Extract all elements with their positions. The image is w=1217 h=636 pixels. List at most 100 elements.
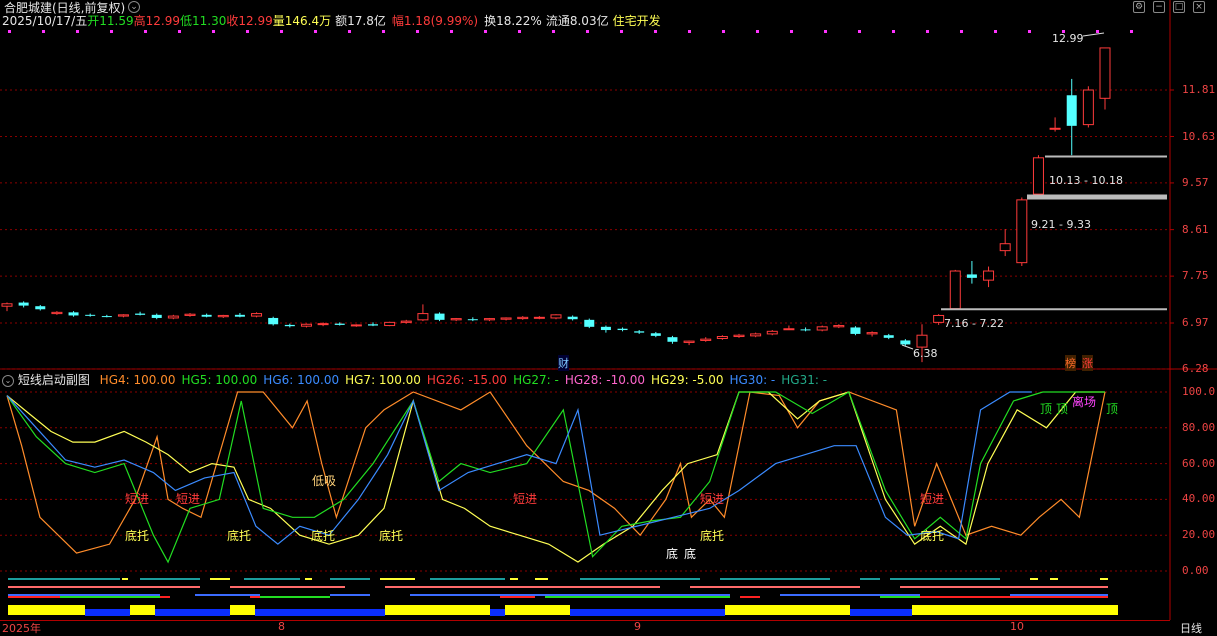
high-arrow: [1082, 32, 1105, 37]
high-price-marker: 12.99: [1052, 32, 1084, 45]
candle-body: [533, 316, 545, 319]
band-yellow-dots: [305, 578, 312, 580]
candle-body: [1, 303, 13, 307]
band-yellow-blocks: [912, 605, 1118, 615]
top-dot-marker: [960, 30, 963, 33]
band-yellow-dots: [210, 578, 230, 580]
price-tick-label: 10.63: [1182, 129, 1216, 143]
band-yellow-dots: [510, 578, 518, 580]
indicator-tick-label: 80.00: [1182, 420, 1216, 434]
chevron-down-icon[interactable]: ⌄: [2, 374, 14, 387]
top-dot-marker: [790, 30, 793, 33]
top-dot-marker: [280, 30, 283, 33]
band-yellow-dots: [1100, 578, 1108, 580]
signal-sell: 离场: [1072, 395, 1097, 409]
candle-body: [1099, 47, 1111, 99]
candle-body: [650, 333, 661, 336]
candle-body: [584, 319, 595, 327]
top-dot-marker: [722, 30, 725, 33]
candle-body: [18, 302, 29, 306]
band-blue-blocks: [570, 609, 725, 616]
candle-body: [999, 243, 1011, 252]
band-yellow-dots: [1050, 578, 1058, 580]
band-blue-line: [1010, 594, 1108, 596]
limit-up-badge[interactable]: 涨: [1082, 355, 1093, 371]
band-pink: [385, 586, 660, 588]
band-yellow-dots: [380, 578, 415, 580]
band-red: [500, 596, 535, 598]
candle-body: [201, 314, 212, 317]
band-pink: [8, 586, 200, 588]
band-teal: [860, 578, 880, 580]
candle-body: [85, 314, 96, 316]
candle-body: [234, 314, 245, 317]
zone-label-1: 10.13 - 10.18: [1049, 174, 1123, 187]
candle-body: [600, 326, 611, 331]
band-yellow-blocks: [130, 605, 155, 615]
candle-body: [135, 313, 146, 315]
signal-top: 顶: [1106, 402, 1119, 416]
bang-badge[interactable]: 榜: [1065, 355, 1076, 371]
top-dot-marker: [892, 30, 895, 33]
indicator-tick-label: 60.00: [1182, 456, 1216, 470]
candle-body: [1082, 89, 1094, 126]
candle-body: [617, 328, 628, 331]
indicator-tick-label: 0.00: [1182, 564, 1209, 577]
candle-body: [816, 326, 828, 331]
candle-body: [750, 333, 762, 337]
band-pink: [690, 586, 860, 588]
band-blue-line: [780, 594, 920, 596]
indicator-value-0: HG4: 100.00: [99, 373, 176, 387]
band-blue-line: [195, 594, 260, 596]
top-dot-marker: [654, 30, 657, 33]
indicator-value-4: HG26: -15.00: [426, 373, 508, 387]
indicator-value-1: HG5: 100.00: [181, 373, 258, 387]
candle-body: [916, 334, 928, 348]
indicator-name[interactable]: 短线启动副图: [18, 373, 90, 387]
indicator-value-5: HG27: -: [513, 373, 559, 387]
band-teal: [430, 578, 505, 580]
band-teal: [140, 578, 200, 580]
zone-label-3: 7.16 - 7.22: [944, 317, 1004, 330]
candle-body: [550, 314, 562, 319]
candle-body: [400, 320, 412, 323]
indicator-header: ⌄ 短线启动副图 HG4: 100.00 HG5: 100.00 HG6: 100.…: [2, 371, 827, 388]
candle-body: [1032, 157, 1044, 195]
candle-body: [350, 324, 362, 327]
candle-body: [251, 313, 263, 317]
kline-chart[interactable]: [0, 0, 1217, 634]
candle-body: [1016, 199, 1028, 264]
candle-body: [683, 340, 695, 343]
candle-body: [151, 314, 162, 318]
top-dot-marker: [824, 30, 827, 33]
indicator-value-3: HG7: 100.00: [345, 373, 421, 387]
top-dot-marker: [212, 30, 215, 33]
band-yellow-blocks: [385, 605, 490, 615]
top-dot-marker: [1028, 30, 1031, 33]
top-dot-marker: [1130, 30, 1133, 33]
signal-short-entry: 短进: [920, 492, 945, 506]
indicator-line-hg6: [6, 391, 1032, 545]
signal-bottom-support: 底托: [379, 529, 404, 543]
top-dot-marker: [484, 30, 487, 33]
candle-body: [1066, 95, 1077, 126]
indicator-tick-label: 40.00: [1182, 492, 1216, 506]
finance-badge[interactable]: 财: [558, 355, 569, 371]
candle-body: [700, 338, 712, 341]
signal-bottom-support: 底托: [700, 529, 725, 543]
candle-body: [284, 324, 295, 327]
band-pink: [900, 586, 1108, 588]
zone-label-2: 9.21 - 9.33: [1031, 218, 1091, 231]
candle-body: [300, 323, 312, 327]
candle-body: [966, 274, 977, 278]
band-yellow-blocks: [505, 605, 570, 615]
band-green: [260, 596, 330, 598]
candle-body: [500, 317, 512, 320]
top-dot-marker: [416, 30, 419, 33]
candles-layer: [1, 47, 1111, 363]
candle-body: [184, 313, 196, 316]
candle-body: [317, 323, 329, 326]
indicator-value-6: HG28: -10.00: [564, 373, 645, 387]
band-yellow-blocks: [8, 605, 85, 615]
candle-body: [334, 323, 345, 325]
